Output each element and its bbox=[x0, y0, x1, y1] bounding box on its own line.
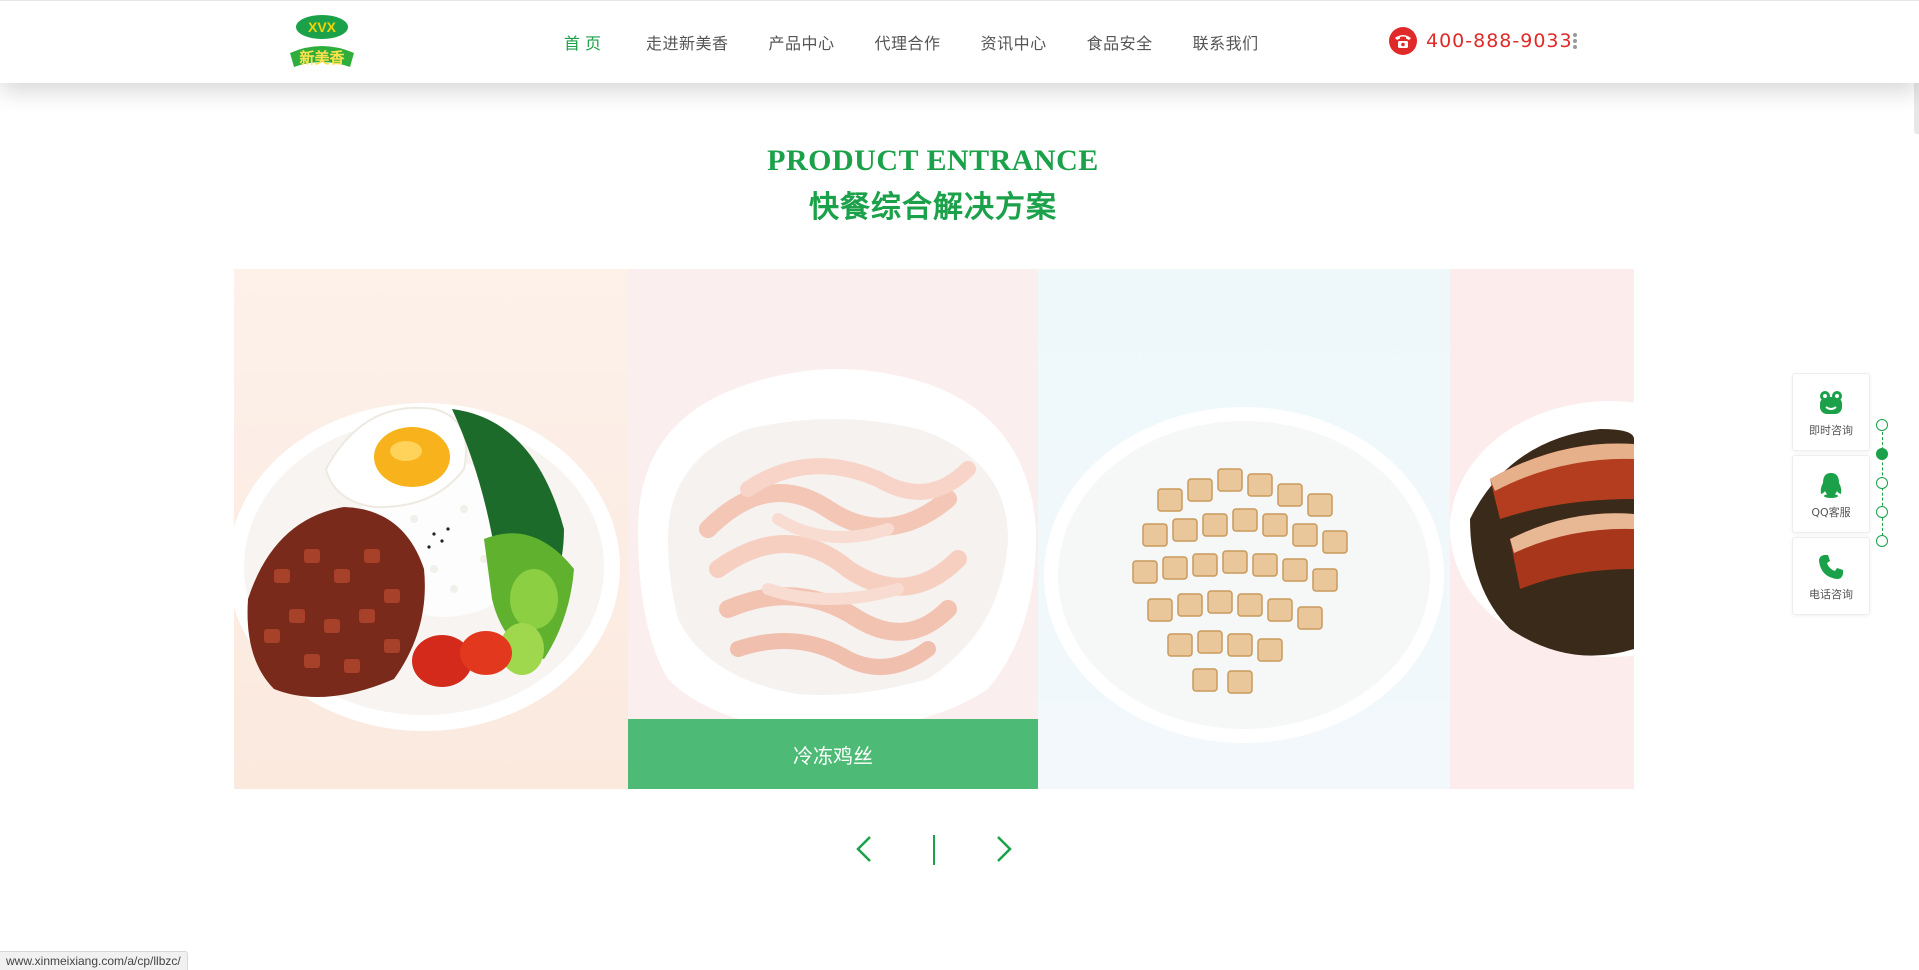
chat-frog-icon bbox=[1820, 391, 1842, 414]
section-dot-nav bbox=[1876, 419, 1890, 549]
nav-about[interactable]: 走进新美香 bbox=[646, 30, 729, 54]
chevron-right-icon bbox=[997, 836, 1012, 862]
shredded-chicken-image bbox=[638, 369, 1037, 731]
product-slide[interactable] bbox=[234, 269, 628, 789]
status-bar-url: www.xinmeixiang.com/a/cp/llbzc/ bbox=[0, 951, 188, 970]
section-dot[interactable] bbox=[1876, 535, 1888, 547]
product-slide[interactable] bbox=[1038, 269, 1450, 789]
carousel-prev-button[interactable] bbox=[852, 833, 876, 865]
instant-consult-label: 即时咨询 bbox=[1809, 424, 1853, 437]
product-carousel: 冷冻鸡丝 bbox=[234, 269, 1634, 789]
section-dot-active[interactable] bbox=[1876, 448, 1888, 460]
svg-text:新美香: 新美香 bbox=[299, 49, 344, 67]
product-slide-active[interactable] bbox=[628, 269, 1038, 789]
svg-text:XVX: XVX bbox=[308, 19, 337, 35]
chevron-left-icon bbox=[856, 836, 871, 862]
nav-home[interactable]: 首页 bbox=[564, 30, 606, 54]
qq-service-button[interactable]: QQ客服 bbox=[1792, 455, 1870, 533]
telephone-icon bbox=[1389, 27, 1417, 55]
tofu-cubes-image bbox=[1044, 407, 1444, 743]
instant-consult-button[interactable]: 即时咨询 bbox=[1792, 373, 1870, 451]
hotline[interactable]: 400-888-9033 bbox=[1389, 27, 1573, 55]
nav-food-safety[interactable]: 食品安全 bbox=[1087, 30, 1153, 54]
hotline-number: 400-888-9033 bbox=[1426, 30, 1573, 52]
nav-products[interactable]: 产品中心 bbox=[769, 30, 835, 54]
section-title-en: PRODUCT ENTRANCE bbox=[767, 144, 1099, 177]
more-menu-icon[interactable] bbox=[1572, 31, 1578, 53]
section-title-cn: 快餐综合解决方案 bbox=[809, 190, 1057, 225]
brand-logo[interactable]: XVX 新美香 bbox=[284, 13, 360, 71]
phone-consult-label: 电话咨询 bbox=[1809, 588, 1853, 601]
nav-news[interactable]: 资讯中心 bbox=[981, 30, 1047, 54]
qq-service-label: QQ客服 bbox=[1811, 506, 1851, 519]
rice-bowl-image bbox=[234, 403, 620, 731]
pork-belly-image bbox=[1450, 401, 1634, 657]
carousel-next-button[interactable] bbox=[992, 833, 1016, 865]
nav-contact[interactable]: 联系我们 bbox=[1193, 30, 1259, 54]
product-slide[interactable] bbox=[1450, 269, 1634, 789]
section-dot[interactable] bbox=[1876, 477, 1888, 489]
site-header: XVX 新美香 首页 走进新美香 产品中心 代理合作 资讯中心 食品安全 联系我… bbox=[0, 0, 1919, 83]
qq-penguin-icon bbox=[1820, 473, 1842, 498]
nav-agency[interactable]: 代理合作 bbox=[875, 30, 941, 54]
section-dot[interactable] bbox=[1876, 419, 1888, 431]
main-nav: 首页 走进新美香 产品中心 代理合作 资讯中心 食品安全 联系我们 bbox=[548, 1, 1299, 83]
phone-icon bbox=[1819, 555, 1843, 579]
carousel-divider bbox=[933, 835, 935, 865]
active-slide-caption[interactable]: 冷冻鸡丝 bbox=[628, 719, 1038, 789]
phone-consult-button[interactable]: 电话咨询 bbox=[1792, 537, 1870, 615]
section-dot[interactable] bbox=[1876, 506, 1888, 518]
